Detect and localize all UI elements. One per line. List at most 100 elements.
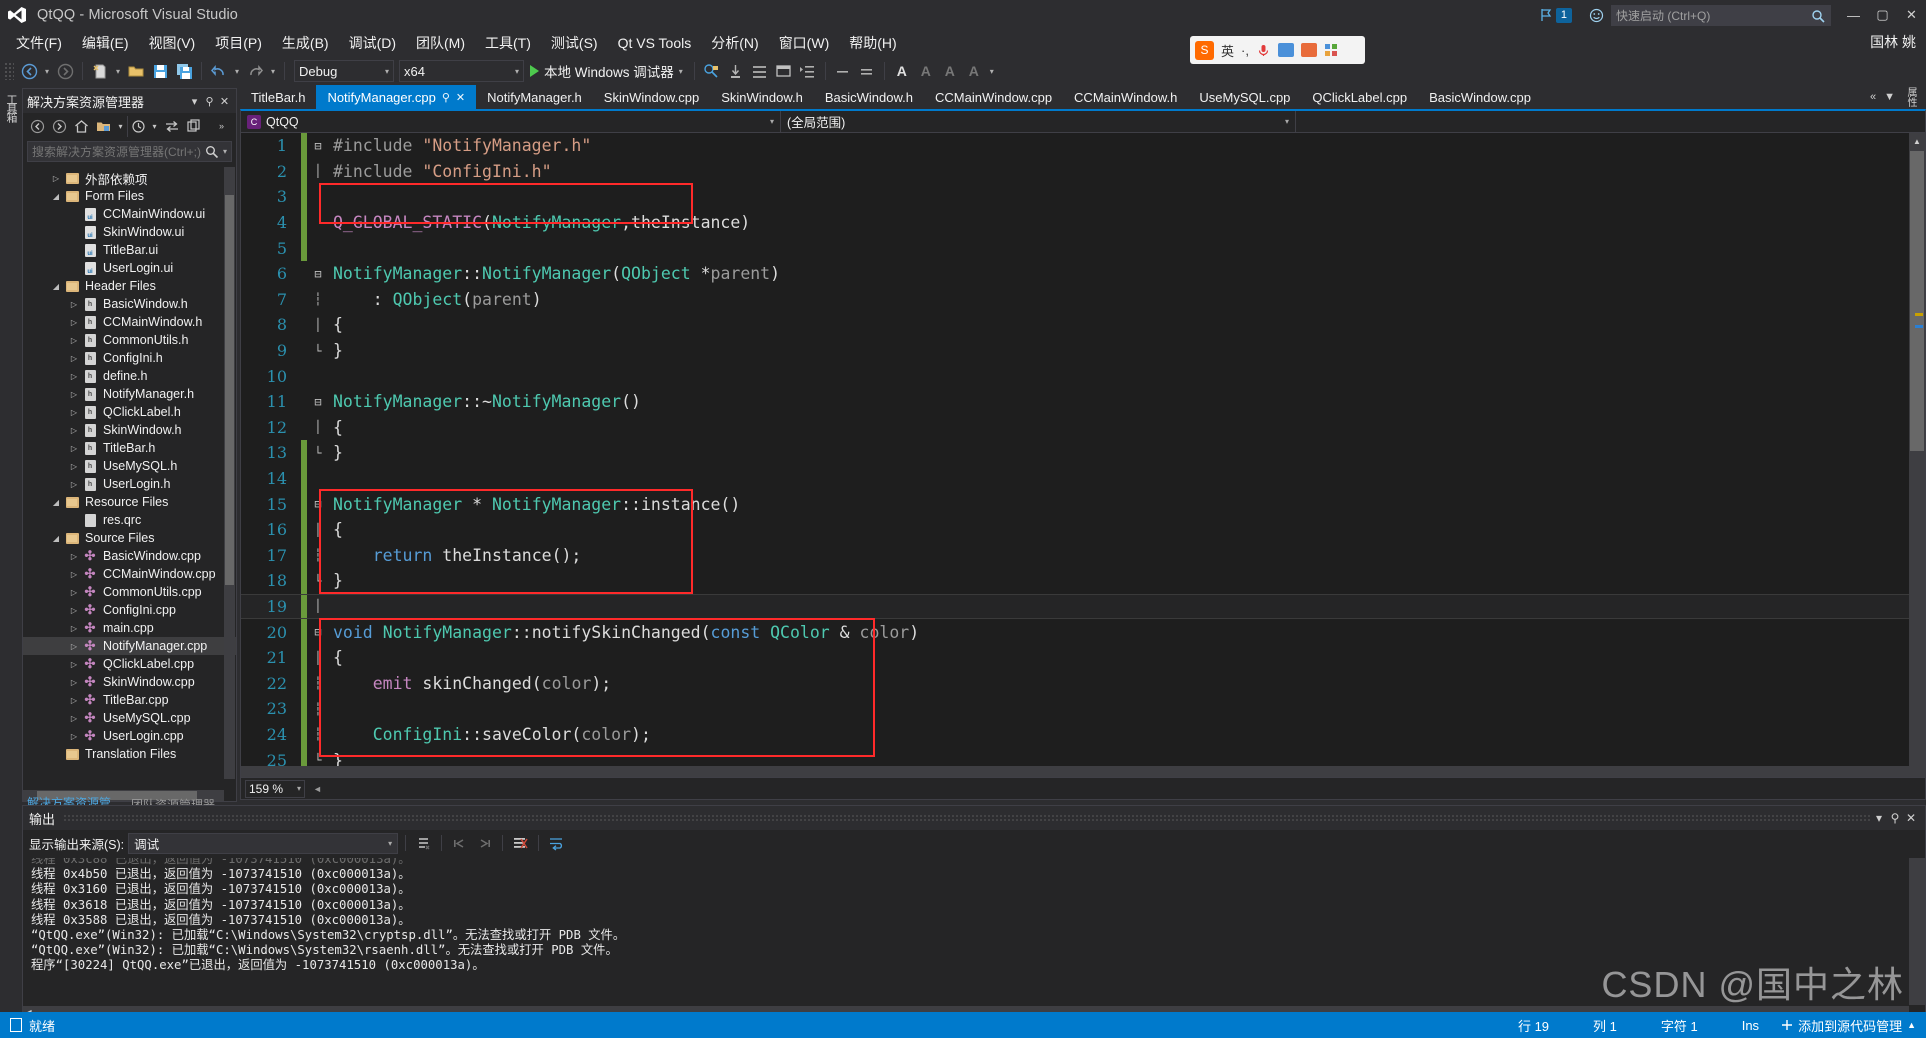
scroll-up-icon[interactable]: ▲ xyxy=(1909,133,1925,149)
collapsed-triangle-icon[interactable]: ▷ xyxy=(67,354,81,363)
expanded-triangle-icon[interactable]: ◢ xyxy=(49,282,63,291)
tree-item[interactable]: ▷✣SkinWindow.cpp xyxy=(23,673,236,691)
zoom-level-combo[interactable]: 159 % ▾ xyxy=(245,780,305,798)
tree-item[interactable]: ▷hConfigIni.h xyxy=(23,349,236,367)
code-line[interactable]: 22┆ emit skinChanged(color); xyxy=(241,670,1925,696)
solution-tree[interactable]: ▷外部依赖项◢Form FilesuiCCMainWindow.uiuiSkin… xyxy=(23,167,236,779)
forward-circle-icon[interactable] xyxy=(49,116,70,137)
code-line[interactable]: 16│{ xyxy=(241,517,1925,543)
tree-item[interactable]: ▷✣CCMainWindow.cpp xyxy=(23,565,236,583)
notifications-indicator[interactable]: 1 xyxy=(1539,8,1572,23)
menu-build[interactable]: 生成(B) xyxy=(272,30,339,56)
bold-a-icon-3[interactable]: A xyxy=(938,59,962,83)
quick-launch-box[interactable]: 快速启动 (Ctrl+Q) xyxy=(1611,5,1831,26)
collapse-region-icon[interactable]: ⊟ xyxy=(307,625,329,639)
bold-a-icon-2[interactable]: A xyxy=(914,59,938,83)
tree-item[interactable]: ▷hNotifyManager.h xyxy=(23,385,236,403)
collapsed-triangle-icon[interactable]: ▷ xyxy=(67,714,81,723)
code-line[interactable]: 20⊟void NotifyManager::notifySkinChanged… xyxy=(241,619,1925,645)
solution-platform-combo[interactable]: x64 ▾ xyxy=(399,60,524,82)
collapsed-triangle-icon[interactable]: ▷ xyxy=(67,336,81,345)
new-item-dropdown-icon[interactable]: ▾ xyxy=(112,59,124,83)
minimize-button[interactable]: — xyxy=(1839,0,1868,30)
collapse-region-icon[interactable]: ⊟ xyxy=(307,395,329,409)
tree-item[interactable]: ▷hSkinWindow.h xyxy=(23,421,236,439)
tree-item[interactable]: ▷hTitleBar.h xyxy=(23,439,236,457)
tree-item[interactable]: ◢Header Files xyxy=(23,277,236,295)
collapsed-triangle-icon[interactable]: ▷ xyxy=(67,588,81,597)
undo-icon[interactable] xyxy=(207,59,231,83)
properties-icon[interactable] xyxy=(183,116,204,137)
tree-item[interactable]: ▷✣UseMySQL.cpp xyxy=(23,709,236,727)
home-icon[interactable] xyxy=(71,116,92,137)
menu-file[interactable]: 文件(F) xyxy=(6,30,72,56)
chevron-down-icon[interactable]: ▾ xyxy=(187,95,202,108)
clear-pane-icon[interactable] xyxy=(510,833,531,854)
code-line[interactable]: 18└} xyxy=(241,568,1925,594)
tree-item[interactable]: ▷✣NotifyManager.cpp xyxy=(23,637,236,655)
pending-changes-dropdown-icon[interactable]: ▾ xyxy=(149,116,160,137)
code-line[interactable]: 24┆ ConfigIni::saveColor(color); xyxy=(241,722,1925,748)
editor-tab[interactable]: CCMainWindow.cpp xyxy=(924,85,1063,109)
output-vscrollbar[interactable] xyxy=(1909,858,1925,1005)
code-line[interactable]: 8│{ xyxy=(241,312,1925,338)
step-into-icon[interactable] xyxy=(724,59,748,83)
menu-help[interactable]: 帮助(H) xyxy=(839,30,906,56)
tree-item[interactable]: ▷hUserLogin.h xyxy=(23,475,236,493)
collapsed-triangle-icon[interactable]: ▷ xyxy=(67,552,81,561)
tree-item[interactable]: uiUserLogin.ui xyxy=(23,259,236,277)
code-line[interactable]: 11⊟NotifyManager::~NotifyManager() xyxy=(241,389,1925,415)
collapsed-triangle-icon[interactable]: ▷ xyxy=(67,624,81,633)
save-all-icon[interactable] xyxy=(172,59,196,83)
chevron-down-icon[interactable]: ▼ xyxy=(1884,91,1895,103)
collapsed-triangle-icon[interactable]: ▷ xyxy=(67,372,81,381)
editor-hscrollbar[interactable] xyxy=(241,766,1909,777)
tree-item[interactable]: ▷hCommonUtils.h xyxy=(23,331,236,349)
collapsed-triangle-icon[interactable]: ▷ xyxy=(67,408,81,417)
tree-item[interactable]: ▷hUseMySQL.h xyxy=(23,457,236,475)
code-line[interactable]: 3 xyxy=(241,184,1925,210)
code-line[interactable]: 17┆ return theInstance(); xyxy=(241,543,1925,569)
editor-tab[interactable]: TitleBar.h xyxy=(240,85,316,109)
tree-item[interactable]: uiSkinWindow.ui xyxy=(23,223,236,241)
solution-configuration-combo[interactable]: Debug ▾ xyxy=(294,60,394,82)
overflow-icon[interactable]: » xyxy=(211,116,232,137)
tree-item[interactable]: ▷✣main.cpp xyxy=(23,619,236,637)
code-line[interactable]: 6⊟NotifyManager::NotifyManager(QObject *… xyxy=(241,261,1925,287)
back-dropdown-icon[interactable]: ▾ xyxy=(41,59,53,83)
editor-vscroll-thumb[interactable] xyxy=(1910,151,1924,451)
menu-edit[interactable]: 编辑(E) xyxy=(72,30,139,56)
collapsed-triangle-icon[interactable]: ▷ xyxy=(67,300,81,309)
collapse-region-icon[interactable]: ⊟ xyxy=(307,139,329,153)
tree-item[interactable]: uiCCMainWindow.ui xyxy=(23,205,236,223)
member-scope-combo[interactable]: (全局范围) ▾ xyxy=(781,111,1296,132)
close-icon[interactable]: ✕ xyxy=(1903,811,1919,825)
toolbar-grip[interactable] xyxy=(4,62,14,80)
dock-tab-toolbox[interactable]: 工具箱 xyxy=(0,88,22,127)
menu-view[interactable]: 视图(V) xyxy=(139,30,206,56)
sticker-icon[interactable] xyxy=(1301,43,1317,57)
editor-tab[interactable]: NotifyManager.cpp⚲✕ xyxy=(316,85,476,109)
code-line[interactable]: 4Q_GLOBAL_STATIC(NotifyManager,theInstan… xyxy=(241,210,1925,236)
attach-process-icon[interactable] xyxy=(700,59,724,83)
sync-icon[interactable] xyxy=(161,116,182,137)
editor-tab[interactable]: UseMySQL.cpp xyxy=(1188,85,1301,109)
collapsed-triangle-icon[interactable]: ▷ xyxy=(67,606,81,615)
tree-item[interactable]: ▷✣BasicWindow.cpp xyxy=(23,547,236,565)
save-icon[interactable] xyxy=(148,59,172,83)
collapsed-triangle-icon[interactable]: ▷ xyxy=(67,318,81,327)
output-source-combo[interactable]: 调试 ▾ xyxy=(128,833,398,854)
list-icon[interactable] xyxy=(748,59,772,83)
tree-item[interactable]: res.qrc xyxy=(23,511,236,529)
signed-in-user[interactable]: 国林 姚 xyxy=(1870,32,1916,52)
toolbar-overflow-icon[interactable]: ▾ xyxy=(986,59,998,83)
back-circle-icon[interactable] xyxy=(27,116,48,137)
code-line[interactable]: 5 xyxy=(241,235,1925,261)
expanded-triangle-icon[interactable]: ◢ xyxy=(49,498,63,507)
collapse-region-icon[interactable]: ⊟ xyxy=(307,497,329,511)
indent-icon[interactable] xyxy=(796,59,820,83)
menu-window[interactable]: 窗口(W) xyxy=(769,30,840,56)
minus-icon[interactable] xyxy=(831,59,855,83)
collapsed-triangle-icon[interactable]: ▷ xyxy=(67,732,81,741)
code-text-area[interactable]: 1⊟#include "NotifyManager.h"2│#include "… xyxy=(241,133,1925,777)
